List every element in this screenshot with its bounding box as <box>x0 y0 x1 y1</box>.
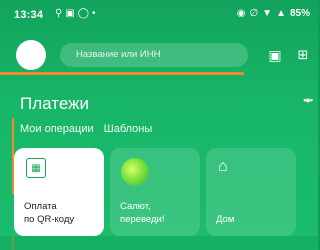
app-screen: 13:34 ⚲ ▣ ◯ • ◉ ∅ ▼ ▲ 85% Название или И… <box>0 0 318 250</box>
qr-scan-icon: ▦ <box>26 158 46 178</box>
signal-off-icon: ∅ <box>249 8 259 19</box>
payment-cards: ▦ Оплата по QR-коду Салют, переведи! ⌂ Д… <box>14 148 296 236</box>
tab-my-operations[interactable]: Мои операции <box>20 123 94 135</box>
payments-tabs: Мои операции Шаблоны <box>20 123 152 135</box>
search-input[interactable]: Название или ИНН <box>60 43 248 67</box>
search-icon: ⚲ <box>55 8 63 19</box>
card-label: Салют, переведи! <box>120 200 165 226</box>
qr-scan-icon[interactable]: ▣ <box>266 46 284 64</box>
search-placeholder: Название или ИНН <box>76 49 161 60</box>
status-bar: 13:34 ⚲ ▣ ◯ • ◉ ∅ ▼ ▲ 85% <box>0 0 318 28</box>
payments-title: Платежи <box>20 94 89 113</box>
card-label: Оплата по QR-коду <box>24 200 74 226</box>
battery-level: 85% <box>289 8 310 19</box>
data-saver-icon: ◉ <box>236 8 246 19</box>
card-salut-transfer[interactable]: Салют, переведи! <box>110 148 200 236</box>
bottom-strip <box>0 236 318 250</box>
tab-templates[interactable]: Шаблоны <box>104 123 153 135</box>
card-label: Дом <box>216 213 234 226</box>
grid-menu-icon[interactable]: ⊞ <box>295 46 311 64</box>
card-label-line1: Салют, <box>120 201 151 212</box>
avatar[interactable] <box>16 40 46 70</box>
wifi-icon: ▼ <box>262 8 273 19</box>
card-home[interactable]: ⌂ Дом <box>206 148 296 236</box>
card-label-line2: переведи! <box>120 214 165 225</box>
annotation-line-horizontal <box>0 72 244 75</box>
dot-icon: • <box>91 8 96 19</box>
more-icon[interactable]: •●• <box>303 95 313 105</box>
cell-signal-icon: ▲ <box>276 8 286 19</box>
status-left-icons: ⚲ ▣ ◯ • <box>55 8 96 20</box>
card-label-line2: по QR-коду <box>24 214 75 225</box>
card-qr-payment[interactable]: ▦ Оплата по QR-коду <box>14 148 104 236</box>
status-time: 13:34 <box>14 9 44 21</box>
card-label-line2: Дом <box>216 214 235 225</box>
salut-assistant-icon <box>121 158 149 186</box>
circle-icon: ◯ <box>77 8 89 19</box>
instagram-icon: ▣ <box>65 8 75 19</box>
home-icon: ⌂ <box>218 158 228 175</box>
status-right-icons: ◉ ∅ ▼ ▲ 85% <box>237 8 310 20</box>
card-label-line1: Оплата <box>24 201 57 212</box>
